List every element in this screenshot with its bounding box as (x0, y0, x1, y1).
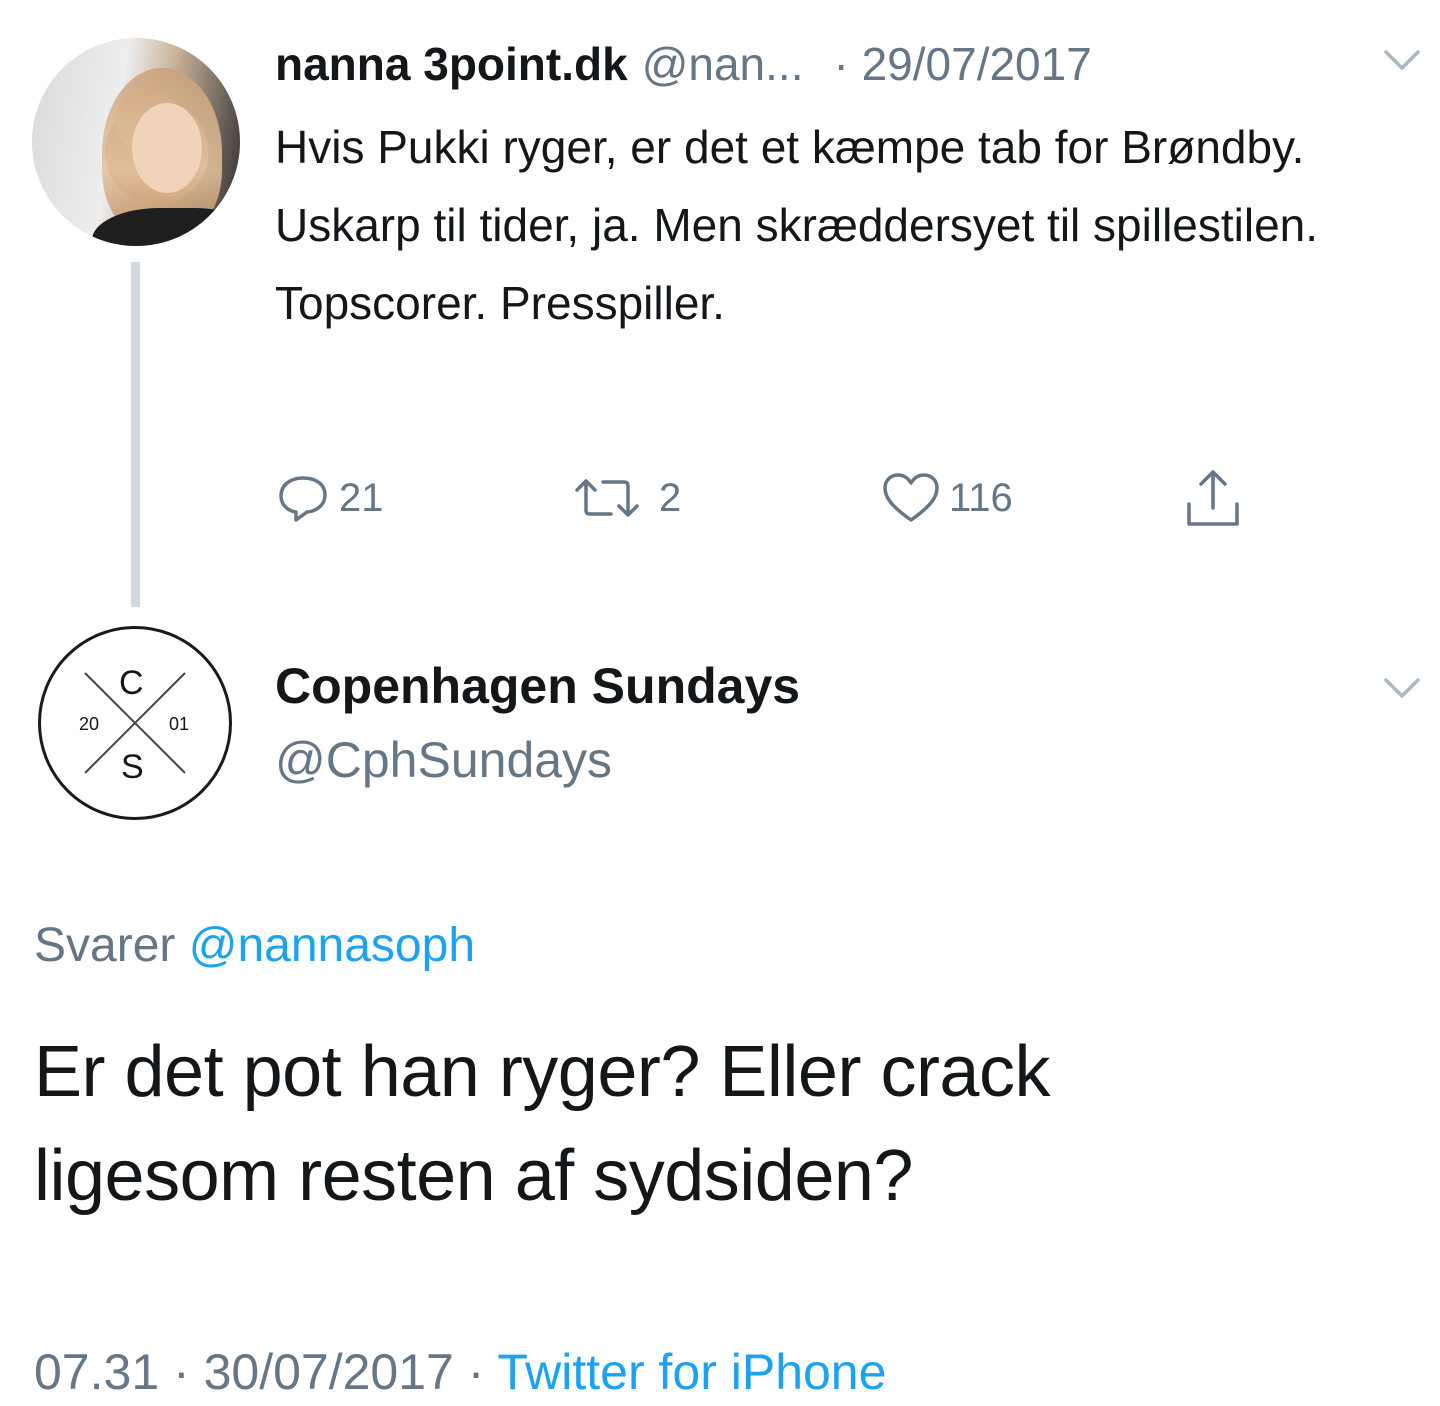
logo-letter-top: C (119, 664, 144, 702)
retweet-count: 2 (659, 475, 682, 520)
replying-to: Svarer @nannasoph (34, 916, 475, 976)
tweet-actions: 21 2 116 (275, 466, 1275, 530)
share-icon (1181, 466, 1245, 530)
logo-number-right: 01 (169, 714, 190, 734)
replying-prefix: Svarer (34, 919, 176, 972)
avatar[interactable] (32, 38, 240, 246)
reply-count: 21 (339, 475, 384, 520)
chevron-down-icon[interactable] (1380, 668, 1424, 708)
reply-source-link[interactable]: Twitter for iPhone (497, 1344, 886, 1400)
like-button[interactable]: 116 (881, 466, 1013, 530)
reply-icon (275, 470, 331, 526)
logo-number-left: 20 (79, 714, 100, 734)
reply-button[interactable]: 21 (275, 466, 384, 530)
reply-author-name[interactable]: Copenhagen Sundays (275, 656, 800, 716)
reply-date: · 30/07/2017 · (173, 1344, 485, 1400)
chevron-down-icon[interactable] (1380, 40, 1424, 80)
tweet-header: nanna 3point.dk @nan... · 29/07/2017 (275, 34, 1092, 94)
tweet-text: Hvis Pukki ryger, er det et kæmpe tab fo… (275, 121, 1319, 329)
author-handle[interactable]: @nan... (642, 38, 804, 90)
replying-mention-link[interactable]: @nannasoph (189, 919, 475, 972)
thread-line (131, 262, 140, 607)
avatar-cph-sundays-logo[interactable]: C S 20 01 (38, 626, 232, 820)
reply-text-line-2: ligesom resten af sydsiden? (34, 1136, 913, 1216)
reply-author-handle[interactable]: @CphSundays (275, 730, 612, 790)
reply-text: Er det pot han ryger? Eller crack ligeso… (34, 1020, 1394, 1228)
tweet-date[interactable]: · 29/07/2017 (833, 38, 1091, 90)
reply-meta: 07.31 · 30/07/2017 · Twitter for iPhone (34, 1342, 886, 1402)
retweet-button[interactable]: 2 (573, 466, 681, 530)
avatar-face (132, 103, 202, 193)
retweet-icon (573, 470, 651, 526)
like-count: 116 (949, 475, 1013, 520)
heart-icon (881, 470, 941, 526)
logo-cross-icon (84, 672, 186, 774)
reply-time: 07.31 (34, 1344, 160, 1400)
share-button[interactable] (1181, 466, 1245, 530)
logo-letter-bottom: S (121, 748, 144, 786)
reply-text-line-1: Er det pot han ryger? Eller crack (34, 1032, 1050, 1112)
author-name[interactable]: nanna 3point.dk (275, 38, 628, 90)
